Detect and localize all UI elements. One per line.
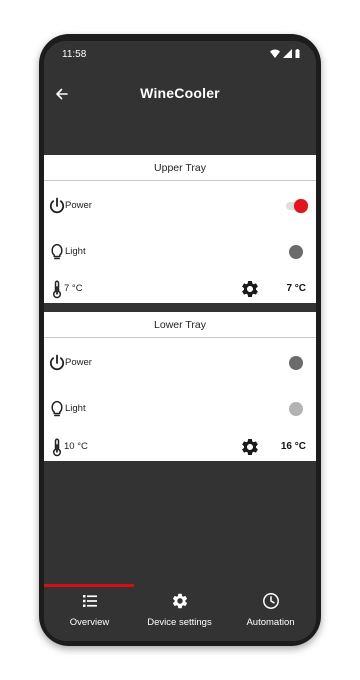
light-toggle[interactable] — [289, 402, 303, 416]
clock-icon — [262, 593, 279, 609]
status-bar: 11:58 — [44, 41, 316, 67]
power-label: Power — [65, 357, 92, 368]
tray-title: Upper Tray — [44, 155, 316, 181]
wifi-icon — [270, 49, 280, 58]
status-icons — [270, 49, 300, 58]
lower-tray-card: Lower Tray Power Light 10 °C 16 °C — [44, 312, 316, 461]
power-row: Power — [44, 351, 316, 375]
nav-label: Device settings — [147, 617, 212, 628]
light-label: Light — [65, 403, 86, 414]
power-icon — [49, 197, 65, 214]
light-toggle[interactable] — [289, 245, 303, 259]
tray-settings-gear-icon[interactable] — [240, 279, 260, 299]
app-screen: 11:58 WineCooler Upper Tray Power Light … — [44, 41, 316, 641]
lightbulb-icon — [51, 244, 63, 260]
power-label: Power — [65, 200, 92, 211]
status-time: 11:58 — [62, 49, 87, 60]
target-temperature[interactable]: 7 °C — [286, 283, 306, 294]
light-label: Light — [65, 246, 86, 257]
nav-label: Automation — [246, 617, 295, 628]
gear-icon — [172, 593, 187, 609]
current-temperature: 10 °C — [64, 441, 88, 452]
upper-tray-card: Upper Tray Power Light 7 °C 7 °C — [44, 155, 316, 303]
lightbulb-icon — [51, 401, 63, 417]
light-row: Light — [44, 240, 316, 264]
target-temperature[interactable]: 16 °C — [281, 441, 306, 452]
temperature-row: 10 °C 16 °C — [44, 435, 316, 459]
nav-label: Overview — [69, 617, 110, 628]
nav-overview[interactable]: Overview — [44, 592, 135, 638]
active-tab-indicator — [44, 584, 134, 587]
power-row: Power — [44, 194, 316, 218]
power-toggle[interactable] — [289, 356, 303, 370]
toggle-thumb — [294, 199, 308, 213]
power-icon — [49, 354, 65, 371]
nav-device-settings[interactable]: Device settings — [134, 592, 225, 638]
list-icon — [82, 595, 97, 607]
battery-icon — [295, 49, 300, 58]
tray-settings-gear-icon[interactable] — [240, 437, 260, 457]
signal-icon — [283, 49, 292, 58]
tray-title: Lower Tray — [44, 312, 316, 338]
nav-automation[interactable]: Automation — [225, 592, 316, 638]
current-temperature: 7 °C — [64, 283, 83, 294]
app-title: WineCooler — [140, 85, 220, 101]
temperature-row: 7 °C 7 °C — [44, 277, 316, 301]
app-bar: WineCooler — [44, 77, 316, 111]
power-toggle[interactable] — [286, 199, 308, 213]
bottom-navigation: Overview Device settings Automation — [44, 582, 316, 641]
light-row: Light — [44, 397, 316, 421]
